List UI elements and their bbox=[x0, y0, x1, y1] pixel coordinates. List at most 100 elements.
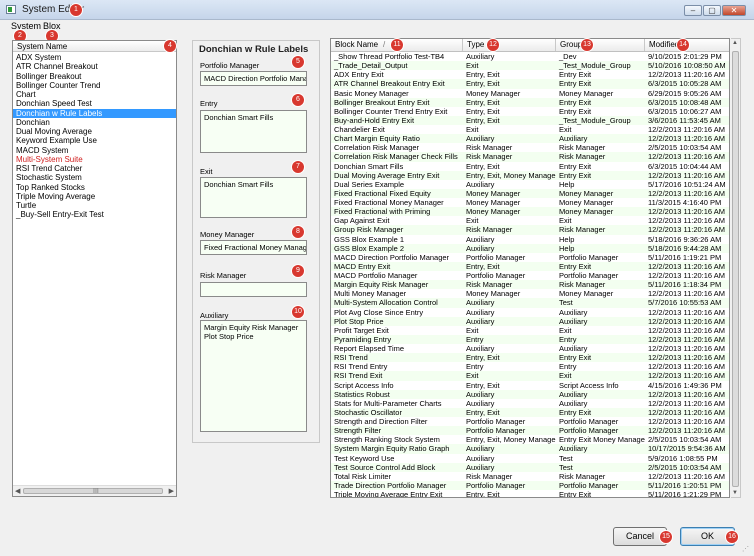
table-row[interactable]: Test Source Control Add Block Auxiliary Te… bbox=[331, 462, 729, 472]
menu-system[interactable]: System bbox=[11, 21, 41, 31]
table-row[interactable]: Group Risk Manager Risk Manager Risk Manag… bbox=[331, 225, 729, 235]
table-row[interactable]: GSS Blox Example 1 Auxiliary Help 5/18/2016… bbox=[331, 234, 729, 244]
column-header-type[interactable]: Type bbox=[463, 39, 556, 51]
maximize-button[interactable]: ▢ bbox=[703, 5, 721, 16]
system-list-item[interactable]: Chart bbox=[13, 90, 176, 99]
table-row[interactable]: Stats for Multi-Parameter Charts Auxiliar… bbox=[331, 398, 729, 408]
table-row[interactable]: Bollinger Counter Trend Entry Exit Entry,… bbox=[331, 106, 729, 116]
callout-badge-9: 9 bbox=[292, 265, 304, 277]
table-row[interactable]: ADX Entry Exit Entry, Exit Entry Exit 12/2/… bbox=[331, 70, 729, 80]
money-manager-field[interactable]: Fixed Fractional Money Manager bbox=[200, 240, 307, 255]
table-row[interactable]: Chandelier Exit Exit Exit 12/2/2013 11:20:1… bbox=[331, 125, 729, 135]
scroll-right-icon[interactable]: ▶ bbox=[169, 486, 174, 496]
table-row[interactable]: Donchian Smart Fills Entry, Exit Entry Exi… bbox=[331, 161, 729, 171]
system-list-item[interactable]: Bollinger Breakout bbox=[13, 72, 176, 81]
table-row[interactable]: MACD Entry Exit Entry, Exit Entry Exit 12/2… bbox=[331, 261, 729, 271]
table-row[interactable]: MACD Direction Portfolio Manager Portfoli… bbox=[331, 252, 729, 262]
column-header-group[interactable]: Group bbox=[556, 39, 645, 51]
system-list-item[interactable]: ADX System bbox=[13, 53, 176, 62]
table-row[interactable]: Stochastic Oscillator Entry, Exit Entry Ex… bbox=[331, 407, 729, 417]
table-row[interactable]: Chart Margin Equity Ratio Auxiliary Auxili… bbox=[331, 134, 729, 144]
table-row[interactable]: _Show Thread Portfolio Test-TB4 Auxiliary… bbox=[331, 52, 729, 62]
scroll-left-icon[interactable]: ◀ bbox=[15, 486, 20, 496]
table-cell-group: Money Manager bbox=[559, 207, 614, 217]
table-row[interactable]: _Trade_Detail_Output Exit _Test_Module_Gro… bbox=[331, 61, 729, 71]
portfolio-manager-field[interactable]: MACD Direction Portfolio Mana... bbox=[200, 71, 307, 86]
system-list-item[interactable]: Stochastic System bbox=[13, 173, 176, 182]
table-row[interactable]: Buy-and-Hold Entry Exit Entry, Exit _Test_… bbox=[331, 115, 729, 125]
table-cell-group: Exit bbox=[559, 371, 572, 381]
table-row[interactable]: System Margin Equity Ratio Graph Auxiliar… bbox=[331, 444, 729, 454]
table-row[interactable]: Plot Avg Close Since Entry Auxiliary Auxil… bbox=[331, 307, 729, 317]
system-list-item[interactable]: Donchian w Rule Labels bbox=[13, 108, 176, 118]
table-row[interactable]: Margin Equity Risk Manager Risk Manager Ri… bbox=[331, 280, 729, 290]
table-row[interactable]: Correlation Risk Manager Risk Manager Risk… bbox=[331, 143, 729, 153]
table-row[interactable]: ATR Channel Breakout Entry Exit Entry, Ex… bbox=[331, 79, 729, 89]
system-list-item[interactable]: _Buy-Sell Entry-Exit Test bbox=[13, 210, 176, 219]
system-list-item[interactable]: MACD System bbox=[13, 146, 176, 155]
resize-grip-icon[interactable]: ⋰ bbox=[742, 545, 749, 553]
table-row[interactable]: Basic Money Manager Money Manager Money Ma… bbox=[331, 88, 729, 98]
system-list-item[interactable]: Triple Moving Average bbox=[13, 192, 176, 201]
system-list-item[interactable]: Multi-System Suite bbox=[13, 155, 176, 164]
table-row[interactable]: Fixed Fractional with Priming Money Manag… bbox=[331, 207, 729, 217]
table-row[interactable]: Multi-System Allocation Control Auxiliary… bbox=[331, 298, 729, 308]
system-list-item[interactable]: Donchian bbox=[13, 118, 176, 127]
table-row[interactable]: Plot Stop Price Auxiliary Auxiliary 12/2/20… bbox=[331, 316, 729, 326]
system-list-item[interactable]: Turtle bbox=[13, 201, 176, 210]
table-cell-modified: 6/3/2015 10:04:44 AM bbox=[648, 161, 722, 171]
table-row[interactable]: RSI Trend Entry Entry Entry 12/2/2013 11:20… bbox=[331, 362, 729, 372]
system-list-item[interactable]: ATR Channel Breakout bbox=[13, 62, 176, 71]
table-row[interactable]: RSI Trend Entry, Exit Entry Exit 12/2/2013 … bbox=[331, 353, 729, 363]
table-row[interactable]: Multi Money Manager Money Manager Money Ma… bbox=[331, 289, 729, 299]
scroll-up-icon[interactable]: ▲ bbox=[732, 40, 738, 46]
cancel-button[interactable]: Cancel bbox=[613, 527, 667, 546]
table-cell-group: Entry Exit bbox=[559, 407, 592, 417]
table-row[interactable]: Total Risk Limiter Risk Manager Risk Manag… bbox=[331, 471, 729, 481]
table-row[interactable]: Report Elapsed Time Auxiliary Auxiliary 12/… bbox=[331, 344, 729, 354]
system-list-item[interactable]: Keyword Example Use bbox=[13, 136, 176, 145]
table-cell-type: Risk Manager bbox=[466, 152, 513, 162]
auxiliary-field[interactable]: Margin Equity Risk Manager Plot Stop Pri… bbox=[200, 320, 307, 432]
table-row[interactable]: Strength and Direction Filter Portfolio M… bbox=[331, 417, 729, 427]
system-list-item[interactable]: Dual Moving Average bbox=[13, 127, 176, 136]
table-row[interactable]: Strength Filter Portfolio Manager Portfoli… bbox=[331, 426, 729, 436]
close-button[interactable]: ✕ bbox=[722, 5, 746, 16]
table-row[interactable]: Bollinger Breakout Entry Exit Entry, Exit… bbox=[331, 97, 729, 107]
system-list-hscrollbar[interactable]: ◀ III ▶ bbox=[13, 485, 176, 496]
table-cell-block-name: Bollinger Breakout Entry Exit bbox=[334, 97, 430, 107]
table-row[interactable]: Correlation Risk Manager Check Fills Risk… bbox=[331, 152, 729, 162]
table-row[interactable]: Strength Ranking Stock System Entry, Exit… bbox=[331, 435, 729, 445]
table-row[interactable]: Triple Moving Average Entry Exit Entry, E… bbox=[331, 490, 729, 497]
system-name-column-header[interactable]: System Name bbox=[13, 41, 176, 52]
system-list-item[interactable]: RSI Trend Catcher bbox=[13, 164, 176, 173]
table-row[interactable]: Gap Against Exit Exit Exit 12/2/2013 11:20:… bbox=[331, 216, 729, 226]
vscroll-thumb[interactable] bbox=[732, 51, 739, 487]
system-list[interactable]: System Name ADX System ATR Channel Breako… bbox=[12, 40, 177, 497]
table-row[interactable]: MACD Portfolio Manager Portfolio Manager P… bbox=[331, 271, 729, 281]
table-cell-type: Entry, Exit bbox=[466, 70, 500, 80]
table-row[interactable]: Pyramiding Entry Entry Entry 12/2/2013 11:2… bbox=[331, 334, 729, 344]
system-list-item[interactable]: Bollinger Counter Trend bbox=[13, 81, 176, 90]
entry-field[interactable]: Donchian Smart Fills bbox=[200, 110, 307, 153]
table-row[interactable]: Fixed Fractional Fixed Equity Money Manag… bbox=[331, 188, 729, 198]
table-row[interactable]: RSI Trend Exit Exit Exit 12/2/2013 11:20:16… bbox=[331, 371, 729, 381]
table-row[interactable]: GSS Blox Example 2 Auxiliary Help 5/18/2016… bbox=[331, 243, 729, 253]
table-row[interactable]: Trade Direction Portfolio Manager Portfol… bbox=[331, 480, 729, 490]
exit-field[interactable]: Donchian Smart Fills bbox=[200, 177, 307, 218]
table-row[interactable]: Dual Series Example Auxiliary Help 5/17/201… bbox=[331, 179, 729, 189]
table-row[interactable]: Profit Target Exit Exit Exit 12/2/2013 11:2… bbox=[331, 325, 729, 335]
table-row[interactable]: Dual Moving Average Entry Exit Entry, Exi… bbox=[331, 170, 729, 180]
table-cell-group: Risk Manager bbox=[559, 280, 606, 290]
risk-manager-field[interactable] bbox=[200, 282, 307, 297]
table-row[interactable]: Statistics Robust Auxiliary Auxiliary 12/2/… bbox=[331, 389, 729, 399]
table-row[interactable]: Script Access Info Entry, Exit Script Acce… bbox=[331, 380, 729, 390]
scroll-down-icon[interactable]: ▼ bbox=[732, 490, 738, 496]
minimize-button[interactable]: – bbox=[684, 5, 702, 16]
blox-table[interactable]: Block Name / Type Group Modified _Show T… bbox=[330, 38, 730, 498]
table-row[interactable]: Fixed Fractional Money Manager Money Mana… bbox=[331, 198, 729, 208]
system-list-item[interactable]: Top Ranked Stocks bbox=[13, 183, 176, 192]
table-row[interactable]: Test Keyword Use Auxiliary Test 5/9/2016 1:… bbox=[331, 453, 729, 463]
system-list-item[interactable]: Donchian Speed Test bbox=[13, 99, 176, 108]
blox-table-vscrollbar[interactable]: ▲ ▼ bbox=[731, 38, 741, 498]
